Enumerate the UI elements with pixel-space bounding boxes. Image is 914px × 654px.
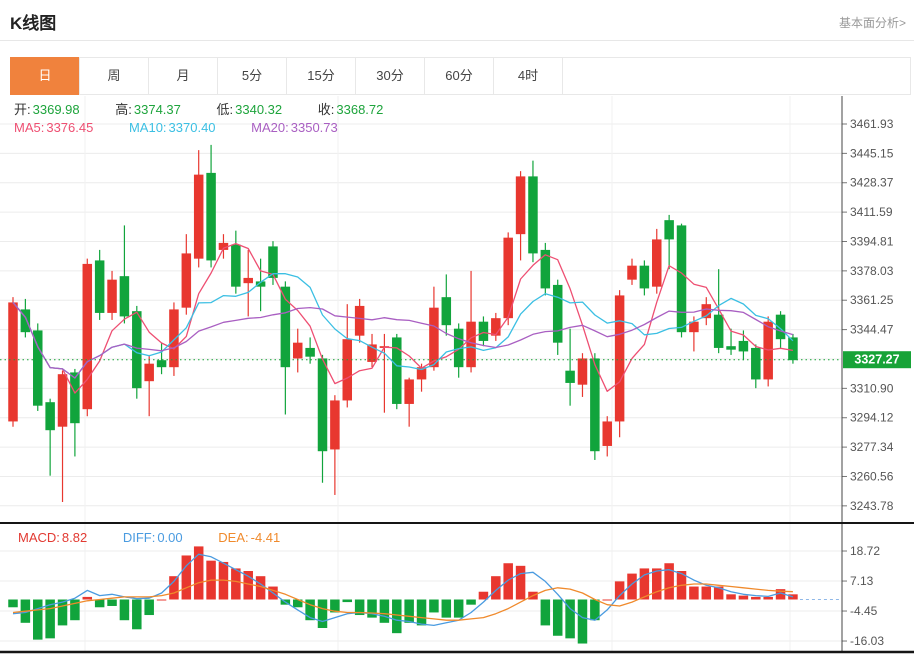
close-value: 3368.72	[336, 102, 383, 117]
diff-value: 0.00	[157, 530, 182, 545]
low-label: 低:	[217, 102, 234, 117]
ma20-label: MA20:	[251, 120, 289, 135]
ma-row: MA5:3376.45 MA10:3370.40 MA20:3350.73	[14, 120, 370, 135]
svg-text:3411.59: 3411.59	[850, 205, 893, 219]
svg-text:3344.47: 3344.47	[850, 323, 894, 337]
svg-text:3310.90: 3310.90	[850, 381, 894, 395]
title-divider	[0, 40, 914, 41]
ma10-line	[13, 274, 793, 378]
svg-text:3428.37: 3428.37	[850, 176, 894, 190]
macd-row: MACD:8.82 DIFF:0.00 DEA:-4.41	[18, 530, 312, 545]
dea-line	[13, 580, 793, 620]
tab-周[interactable]: 周	[79, 57, 149, 95]
fundamental-analysis-link[interactable]: 基本面分析>	[839, 14, 906, 31]
tab-60分[interactable]: 60分	[424, 57, 494, 95]
ma10-label: MA10:	[129, 120, 167, 135]
svg-text:3277.34: 3277.34	[850, 440, 894, 454]
ma5-line	[13, 244, 793, 394]
svg-text:3327.27: 3327.27	[854, 353, 899, 367]
macd-axis: 18.72 7.13 -4.45 -16.03	[842, 544, 884, 648]
dea-label: DEA:	[218, 530, 248, 545]
close-label: 收:	[318, 102, 335, 117]
svg-text:3294.12: 3294.12	[850, 411, 894, 425]
svg-text:3378.03: 3378.03	[850, 264, 894, 278]
ma5-label: MA5:	[14, 120, 44, 135]
svg-text:3243.78: 3243.78	[850, 499, 894, 513]
ma10-value: 3370.40	[169, 120, 216, 135]
tab-日[interactable]: 日	[10, 57, 80, 95]
svg-text:3394.81: 3394.81	[850, 234, 894, 248]
page-title: K线图	[10, 9, 56, 34]
svg-text:7.13: 7.13	[850, 574, 874, 588]
high-label: 高:	[115, 102, 132, 117]
svg-text:3445.15: 3445.15	[850, 146, 894, 160]
diff-label: DIFF:	[123, 530, 156, 545]
period-tab-bar: 日周月5分15分30分60分4时	[10, 57, 911, 95]
macd-label: MACD:	[18, 530, 60, 545]
tab-bar-filler	[562, 57, 911, 95]
candles-layer	[8, 145, 797, 502]
ma20-value: 3350.73	[291, 120, 338, 135]
tab-5分[interactable]: 5分	[217, 57, 287, 95]
macd-histogram	[8, 546, 797, 643]
tab-月[interactable]: 月	[148, 57, 218, 95]
tab-15分[interactable]: 15分	[286, 57, 356, 95]
svg-text:18.72: 18.72	[850, 544, 880, 558]
low-value: 3340.32	[235, 102, 282, 117]
current-price-tag: 3327.27	[843, 351, 911, 368]
open-label: 开:	[14, 102, 31, 117]
ohlc-row: 开:3369.98 高:3374.37 低:3340.32 收:3368.72	[14, 99, 415, 118]
svg-text:3461.93: 3461.93	[850, 117, 894, 131]
svg-text:3361.25: 3361.25	[850, 293, 894, 307]
tab-4时[interactable]: 4时	[493, 57, 563, 95]
high-value: 3374.37	[134, 102, 181, 117]
svg-text:-16.03: -16.03	[850, 634, 884, 648]
macd-value: 8.82	[62, 530, 87, 545]
diff-line	[13, 554, 793, 625]
price-axis: 3461.93 3445.15 3428.37 3411.59 3394.81 3378.…	[842, 117, 894, 513]
open-value: 3369.98	[33, 102, 80, 117]
svg-text:3260.56: 3260.56	[850, 469, 894, 483]
svg-text:-4.45: -4.45	[850, 604, 878, 618]
ma5-value: 3376.45	[46, 120, 93, 135]
tab-30分[interactable]: 30分	[355, 57, 425, 95]
dea-value: -4.41	[251, 530, 281, 545]
